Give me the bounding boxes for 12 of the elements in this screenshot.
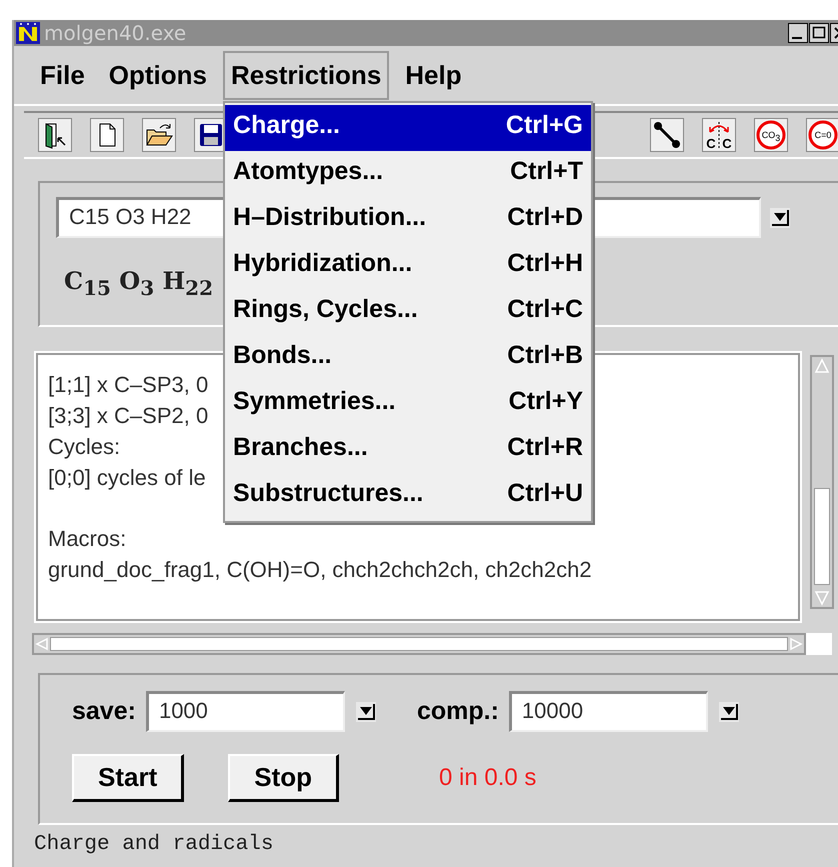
status-text: Charge and radicals bbox=[34, 833, 274, 856]
text-line: [1;1] x C–SP3, 0 bbox=[48, 371, 208, 399]
text-line: grund_doc_frag1, C(OH)=O, chch2chch2ch, ch2ch2ch2 bbox=[48, 556, 592, 584]
text-line: [3;3] x C–SP2, 0 bbox=[48, 402, 208, 430]
formula-display: C$_{15}$ O$_{3}$ H$_{22}$ bbox=[64, 266, 214, 300]
save-label: save: bbox=[72, 697, 136, 726]
window-title: molgen40.exe bbox=[44, 21, 186, 45]
result-text: 0 in 0.0 s bbox=[439, 764, 536, 792]
comp-label: comp.: bbox=[416, 697, 499, 726]
text-line: [0;0] cycles of le bbox=[48, 464, 206, 492]
text-line: Cycles: bbox=[48, 433, 120, 461]
text-line: Macros: bbox=[48, 525, 126, 553]
